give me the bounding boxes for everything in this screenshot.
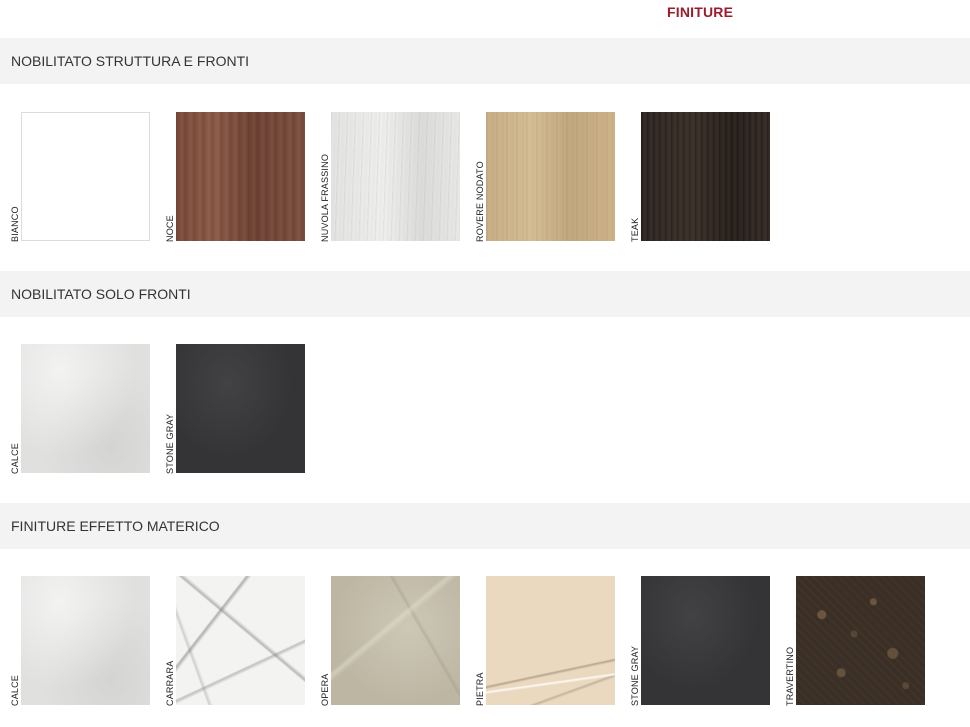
section-header-effetto-materico: FINITURE EFFETTO MATERICO bbox=[0, 503, 970, 549]
finishes-page: FINITURE NOBILITATO STRUTTURA E FRONTI B… bbox=[0, 0, 970, 727]
section-header-struttura-fronti: NOBILITATO STRUTTURA E FRONTI bbox=[0, 38, 970, 84]
swatch-label: TRAVERTINO bbox=[785, 646, 795, 706]
swatch-bianco[interactable]: BIANCO bbox=[10, 112, 165, 242]
swatch-label: NUVOLA FRASSINO bbox=[320, 153, 330, 242]
swatch-calce-materico[interactable]: CALCE bbox=[10, 576, 165, 706]
swatch-label: CARRARA bbox=[165, 660, 175, 706]
swatch-tile-bianco[interactable] bbox=[21, 112, 150, 241]
swatch-noce[interactable]: NOCE bbox=[165, 112, 320, 242]
swatch-row-solo-fronti: CALCE STONE GRAY bbox=[0, 344, 970, 474]
swatch-tile-travertino[interactable] bbox=[796, 576, 925, 705]
swatch-nuvola-frassino[interactable]: NUVOLA FRASSINO bbox=[320, 112, 475, 242]
swatch-pietra[interactable]: PIETRA bbox=[475, 576, 630, 706]
swatch-label: CALCE bbox=[10, 442, 20, 474]
swatch-tile-teak[interactable] bbox=[641, 112, 770, 241]
swatch-tile-calce[interactable] bbox=[21, 344, 150, 473]
swatch-tile-stone-gray-materico[interactable] bbox=[641, 576, 770, 705]
swatch-carrara[interactable]: CARRARA bbox=[165, 576, 320, 706]
swatch-row-struttura-fronti: BIANCO NOCE NUVOLA FRASSINO ROVERE NODAT… bbox=[0, 112, 970, 242]
swatch-label: OPERA bbox=[320, 673, 330, 706]
swatch-opera[interactable]: OPERA bbox=[320, 576, 475, 706]
swatch-tile-carrara[interactable] bbox=[176, 576, 305, 705]
swatch-stone-gray-materico[interactable]: STONE GRAY bbox=[630, 576, 785, 706]
section-title: NOBILITATO SOLO FRONTI bbox=[11, 286, 191, 302]
swatch-travertino[interactable]: TRAVERTINO bbox=[785, 576, 940, 706]
swatch-tile-calce-materico[interactable] bbox=[21, 576, 150, 705]
swatch-tile-nuvola-frassino[interactable] bbox=[331, 112, 460, 241]
swatch-stone-gray[interactable]: STONE GRAY bbox=[165, 344, 320, 474]
swatch-tile-noce[interactable] bbox=[176, 112, 305, 241]
swatch-calce[interactable]: CALCE bbox=[10, 344, 165, 474]
swatch-label: STONE GRAY bbox=[630, 645, 640, 706]
page-title: FINITURE bbox=[667, 4, 734, 20]
swatch-label: NOCE bbox=[165, 215, 175, 242]
swatch-tile-rovere-nodato[interactable] bbox=[486, 112, 615, 241]
section-title: FINITURE EFFETTO MATERICO bbox=[11, 518, 220, 534]
swatch-label: BIANCO bbox=[10, 206, 20, 242]
swatch-row-effetto-materico: CALCE CARRARA OPERA PIETRA STONE GRAY TR… bbox=[0, 576, 970, 706]
swatch-tile-opera[interactable] bbox=[331, 576, 460, 705]
swatch-label: STONE GRAY bbox=[165, 413, 175, 474]
section-title: NOBILITATO STRUTTURA E FRONTI bbox=[11, 53, 250, 69]
swatch-tile-pietra[interactable] bbox=[486, 576, 615, 705]
swatch-label: PIETRA bbox=[475, 672, 485, 706]
section-header-solo-fronti: NOBILITATO SOLO FRONTI bbox=[0, 271, 970, 317]
swatch-label: ROVERE NODATO bbox=[475, 161, 485, 242]
swatch-label: TEAK bbox=[630, 217, 640, 242]
swatch-label: CALCE bbox=[10, 674, 20, 706]
swatch-tile-stone-gray[interactable] bbox=[176, 344, 305, 473]
swatch-teak[interactable]: TEAK bbox=[630, 112, 785, 242]
swatch-rovere-nodato[interactable]: ROVERE NODATO bbox=[475, 112, 630, 242]
